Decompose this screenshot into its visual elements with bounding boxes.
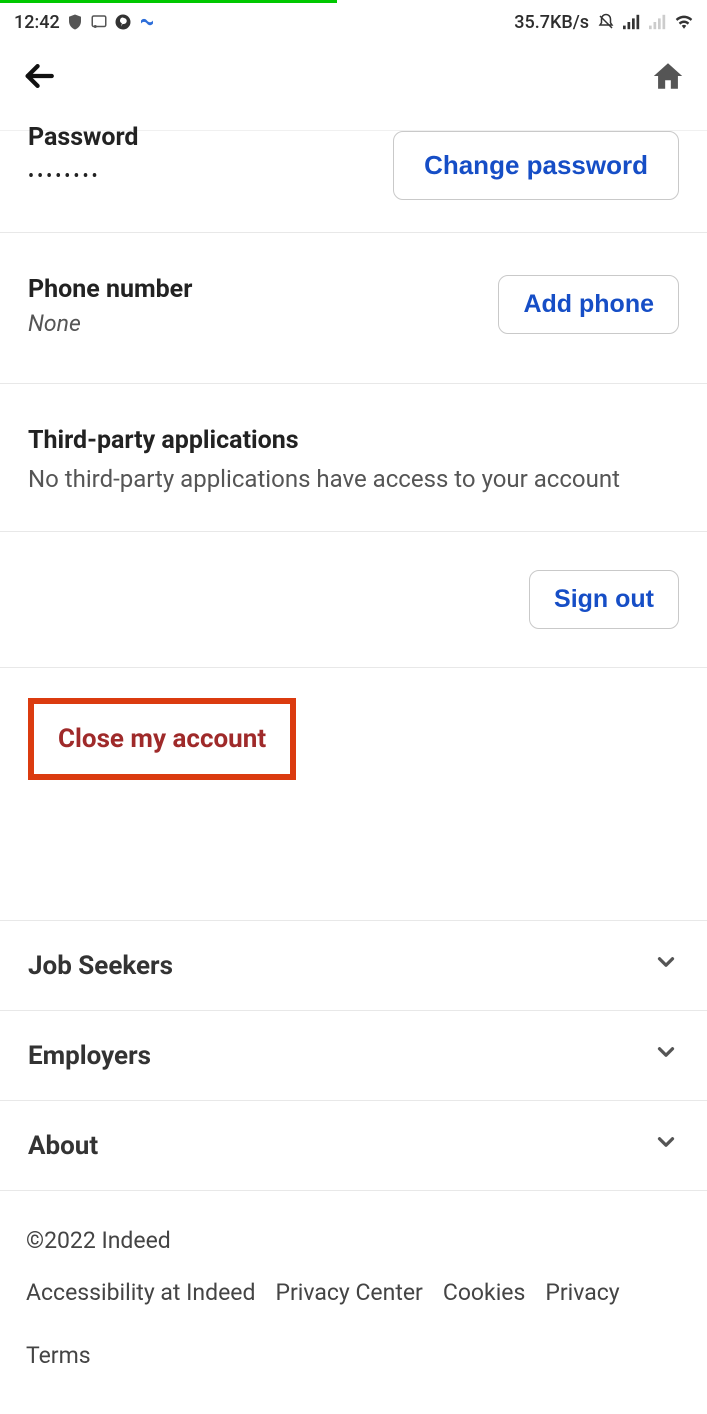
- shield-icon: [66, 13, 84, 31]
- footer-link-privacy-center[interactable]: Privacy Center: [275, 1271, 422, 1315]
- footer-link-terms[interactable]: Terms: [26, 1334, 91, 1378]
- close-account-section: Close my account: [0, 668, 707, 920]
- phone-section: Phone number None Add phone: [0, 233, 707, 384]
- footer-item-label: Job Seekers: [28, 951, 173, 981]
- notification-silent-icon: [597, 13, 615, 31]
- app-nav-bar: [0, 41, 707, 130]
- phone-label: Phone number: [28, 275, 192, 304]
- footer-link-cookies[interactable]: Cookies: [443, 1271, 526, 1315]
- status-time: 12:42: [14, 12, 60, 33]
- chevron-down-icon: [653, 949, 679, 982]
- password-label: Password: [28, 123, 139, 152]
- footer-item-employers[interactable]: Employers: [0, 1011, 707, 1101]
- footer-link-accessibility[interactable]: Accessibility at Indeed: [26, 1271, 255, 1315]
- app-icon: [138, 13, 156, 31]
- signout-section: Sign out: [0, 532, 707, 668]
- copyright: ©2022 Indeed: [26, 1219, 681, 1263]
- change-password-button[interactable]: Change password: [393, 131, 679, 200]
- chevron-down-icon: [653, 1129, 679, 1162]
- third-party-description: No third-party applications have access …: [28, 465, 679, 493]
- sign-out-button[interactable]: Sign out: [529, 570, 679, 629]
- phone-value: None: [28, 310, 192, 337]
- footer-link-privacy[interactable]: Privacy: [545, 1271, 619, 1315]
- chevron-down-icon: [653, 1039, 679, 1072]
- close-account-highlight: Close my account: [28, 698, 296, 780]
- footer-item-label: Employers: [28, 1041, 151, 1071]
- signal-icon: [623, 13, 641, 31]
- status-bar: 12:42 35.7KB/s: [0, 3, 707, 41]
- close-account-button[interactable]: Close my account: [58, 724, 266, 754]
- footer-legal: ©2022 Indeed Accessibility at Indeed Pri…: [0, 1191, 707, 1406]
- wifi-icon: [675, 13, 693, 31]
- add-phone-button[interactable]: Add phone: [498, 275, 679, 334]
- footer-item-job-seekers[interactable]: Job Seekers: [0, 921, 707, 1011]
- signal-secondary-icon: [649, 13, 667, 31]
- third-party-section: Third-party applications No third-party …: [0, 384, 707, 532]
- back-button[interactable]: [22, 59, 56, 102]
- pinterest-icon: [114, 13, 132, 31]
- data-rate: 35.7KB/s: [514, 12, 589, 33]
- password-masked: ••••••••: [28, 166, 139, 187]
- footer-accordion: Job Seekers Employers About: [0, 920, 707, 1191]
- home-button[interactable]: [651, 59, 685, 102]
- footer-item-about[interactable]: About: [0, 1101, 707, 1191]
- footer-item-label: About: [28, 1131, 98, 1161]
- password-section: Password •••••••• Change password: [0, 131, 707, 233]
- third-party-label: Third-party applications: [28, 426, 679, 455]
- cast-icon: [90, 13, 108, 31]
